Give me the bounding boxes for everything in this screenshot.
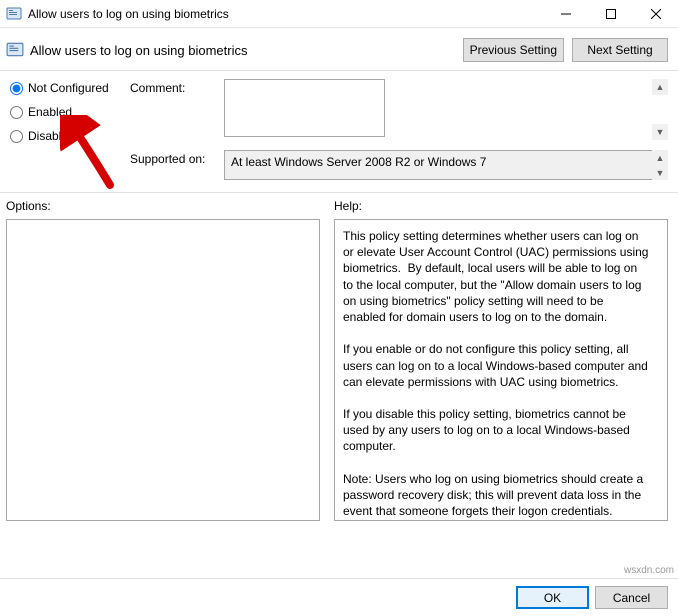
help-label: Help:	[334, 199, 668, 213]
page-title: Allow users to log on using biometrics	[30, 43, 455, 58]
scroll-down-icon[interactable]: ▼	[652, 124, 668, 140]
scroll-down-icon[interactable]: ▼	[652, 165, 668, 180]
help-text[interactable]: This policy setting determines whether u…	[334, 219, 668, 521]
radio-enabled-input[interactable]	[10, 106, 23, 119]
policy-icon	[6, 41, 24, 59]
close-button[interactable]	[633, 0, 678, 28]
policy-icon	[6, 6, 22, 22]
previous-setting-button[interactable]: Previous Setting	[463, 38, 564, 62]
cancel-button[interactable]: Cancel	[595, 586, 668, 609]
window-title: Allow users to log on using biometrics	[28, 7, 543, 21]
radio-label: Not Configured	[28, 81, 109, 95]
scroll-up-icon[interactable]: ▲	[652, 79, 668, 95]
comment-label: Comment:	[130, 79, 216, 140]
scroll-up-icon[interactable]: ▲	[652, 150, 668, 165]
comment-field[interactable]	[224, 79, 385, 137]
config-area: Not Configured Enabled Disabled Comment:…	[0, 71, 678, 193]
radio-label: Disabled	[28, 129, 75, 143]
radio-not-configured-input[interactable]	[10, 82, 23, 95]
supported-on-field: At least Windows Server 2008 R2 or Windo…	[224, 150, 668, 180]
titlebar: Allow users to log on using biometrics	[0, 0, 678, 28]
options-label: Options:	[6, 199, 320, 213]
maximize-button[interactable]	[588, 0, 633, 28]
radio-not-configured[interactable]: Not Configured	[10, 81, 130, 95]
lower-area: Options: Help: This policy setting deter…	[0, 193, 678, 527]
footer: OK Cancel	[0, 578, 678, 616]
state-radio-group: Not Configured Enabled Disabled	[10, 79, 130, 180]
header-row: Allow users to log on using biometrics P…	[0, 28, 678, 71]
minimize-button[interactable]	[543, 0, 588, 28]
watermark: wsxdn.com	[624, 565, 674, 576]
options-box	[6, 219, 320, 521]
supported-on-label: Supported on:	[130, 150, 216, 180]
radio-label: Enabled	[28, 105, 72, 119]
radio-enabled[interactable]: Enabled	[10, 105, 130, 119]
radio-disabled[interactable]: Disabled	[10, 129, 130, 143]
ok-button[interactable]: OK	[516, 586, 589, 609]
radio-disabled-input[interactable]	[10, 130, 23, 143]
next-setting-button[interactable]: Next Setting	[572, 38, 668, 62]
